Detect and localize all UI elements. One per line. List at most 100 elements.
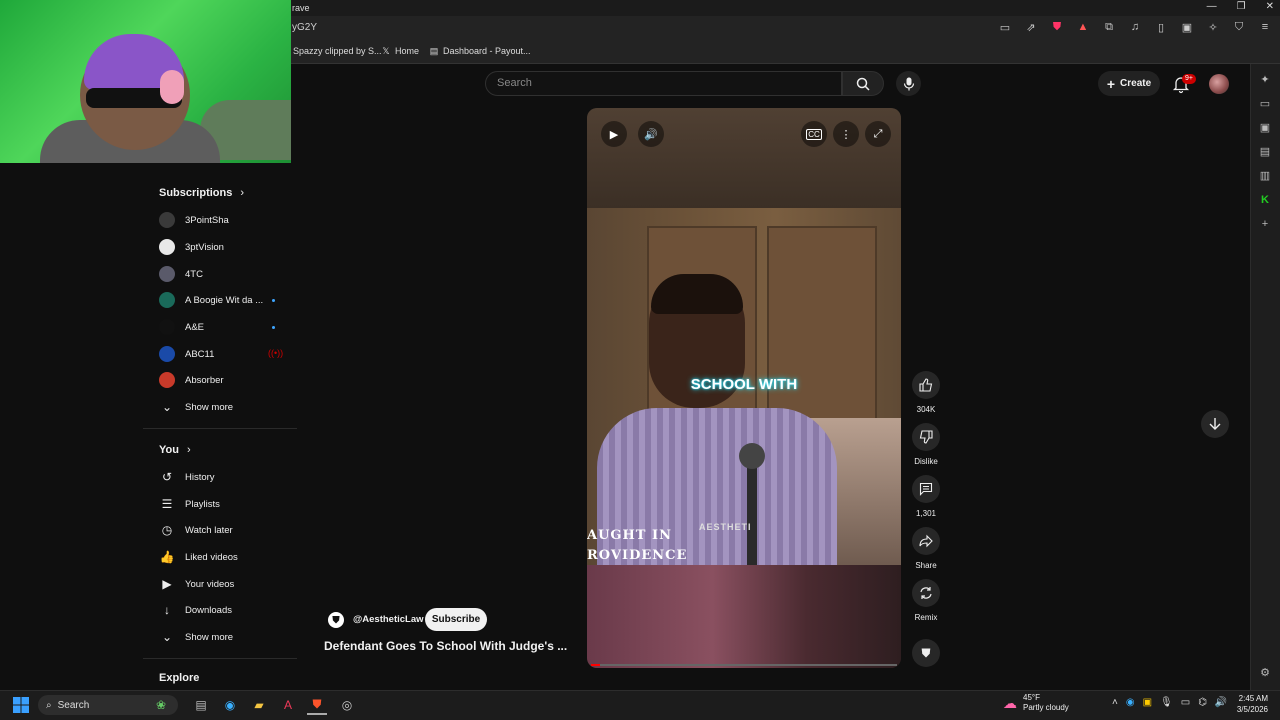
account-avatar[interactable] bbox=[1209, 74, 1229, 94]
shorts-video-player[interactable]: SCHOOL WITH AUGHT IN ROVIDENCE AESTHETI … bbox=[587, 108, 901, 668]
video-frame-mic bbox=[739, 443, 765, 469]
you-header[interactable]: You › bbox=[159, 444, 191, 456]
chevron-up-icon[interactable]: ˄ bbox=[1112, 697, 1118, 708]
taskbar-clock[interactable]: 2:45 AM 3/5/2026 bbox=[1226, 693, 1268, 715]
remix-icon bbox=[920, 587, 932, 599]
bookmark-home[interactable]: 𝕏 Home bbox=[381, 46, 419, 56]
display-icon[interactable]: ▭ bbox=[1181, 697, 1190, 708]
subscribe-button[interactable]: Subscribe bbox=[425, 608, 487, 631]
minimize-icon[interactable]: — bbox=[1207, 1, 1217, 12]
comments-button[interactable] bbox=[912, 475, 940, 503]
close-icon[interactable]: ✕ bbox=[1266, 1, 1274, 12]
sidebar-channel[interactable]: ABC11 bbox=[159, 344, 214, 364]
bookmark-spazzy[interactable]: Spazzy clipped by S... bbox=[293, 46, 382, 56]
start-button[interactable] bbox=[11, 695, 31, 715]
play-button[interactable]: ▶ bbox=[601, 121, 627, 147]
video-icon: ▶ bbox=[162, 577, 172, 591]
edge-icon[interactable]: ◉ bbox=[220, 695, 240, 715]
sidebar-channel[interactable]: 4TC bbox=[159, 264, 203, 284]
weather-widget[interactable]: ☁ 45°F Partly cloudy bbox=[1003, 693, 1069, 713]
leo-ai-icon[interactable]: ✦ bbox=[1258, 73, 1272, 87]
wallet-icon[interactable]: ▣ bbox=[1258, 121, 1272, 135]
progress-bar[interactable] bbox=[591, 664, 897, 666]
tray-app-icon[interactable]: ▣ bbox=[1143, 697, 1152, 708]
voice-search-button[interactable] bbox=[896, 71, 921, 96]
url-text[interactable]: yG2Y bbox=[292, 22, 317, 33]
tray-app-icon[interactable]: ◉ bbox=[1126, 697, 1135, 708]
tab-title[interactable]: rave bbox=[292, 3, 310, 13]
sidebar-channel[interactable]: 3ptVision bbox=[159, 237, 224, 257]
volume-icon: 🔊 bbox=[644, 128, 658, 141]
task-view-icon[interactable]: ▤ bbox=[191, 695, 211, 715]
cc-icon: CC bbox=[806, 128, 822, 140]
obs-icon[interactable]: ◎ bbox=[337, 695, 357, 715]
sidebar-channel[interactable]: 3PointSha bbox=[159, 210, 229, 230]
brave-shield-icon[interactable]: ⛊ bbox=[1050, 21, 1064, 34]
sidebar-channel[interactable]: Absorber bbox=[159, 370, 224, 390]
share-label: Share bbox=[915, 561, 937, 570]
remix-button[interactable] bbox=[912, 579, 940, 607]
player-icon[interactable]: ▭ bbox=[1258, 97, 1272, 111]
chevron-right-icon: › bbox=[240, 187, 245, 199]
tab-icon[interactable]: ⧉ bbox=[1102, 21, 1116, 34]
file-explorer-icon[interactable]: ▰ bbox=[249, 695, 269, 715]
search-input[interactable] bbox=[485, 71, 842, 96]
sidebar-channel[interactable]: A Boogie Wit da ... bbox=[159, 290, 263, 310]
adobe-icon[interactable]: A bbox=[278, 695, 298, 715]
comment-count: 1,301 bbox=[915, 509, 937, 518]
kick-icon[interactable]: K bbox=[1258, 193, 1272, 207]
next-video-button[interactable] bbox=[1201, 410, 1229, 438]
add-panel-icon[interactable]: + bbox=[1258, 217, 1272, 231]
channel-thumb-button[interactable]: ⛊ bbox=[912, 639, 940, 667]
channel-handle[interactable]: @AestheticLaw bbox=[353, 614, 424, 625]
wallet-icon[interactable]: ▣ bbox=[1180, 21, 1194, 34]
channel-name: A&E bbox=[185, 321, 205, 333]
windows-logo-icon bbox=[13, 697, 29, 713]
sidebar-item-your-videos[interactable]: ▶ Your videos bbox=[159, 574, 234, 594]
rewards-icon[interactable]: ▲ bbox=[1076, 21, 1090, 34]
subscriptions-header[interactable]: Subscriptions › bbox=[159, 187, 244, 199]
sidebar-toggle-icon[interactable]: ▯ bbox=[1154, 21, 1168, 34]
bookmarks-icon[interactable]: ▤ bbox=[1258, 145, 1272, 159]
captions-button[interactable]: CC bbox=[801, 121, 827, 147]
video-title[interactable]: Defendant Goes To School With Judge's ..… bbox=[324, 639, 567, 653]
network-icon[interactable]: ⌬ bbox=[1198, 697, 1207, 708]
more-options-button[interactable]: ⋮ bbox=[833, 121, 859, 147]
vpn-icon[interactable]: ⛉ bbox=[1232, 21, 1246, 34]
microphone-icon[interactable]: 🎙 bbox=[1160, 697, 1173, 708]
sidebar-item-playlists[interactable]: ☰ Playlists bbox=[159, 494, 220, 514]
dislike-button[interactable] bbox=[912, 423, 940, 451]
share-icon[interactable]: ⇗ bbox=[1024, 21, 1038, 34]
bookmark-label: Home bbox=[395, 46, 420, 56]
create-button[interactable]: + Create bbox=[1098, 71, 1160, 96]
fullscreen-button[interactable]: ⤢ bbox=[865, 121, 891, 147]
like-button[interactable] bbox=[912, 371, 940, 399]
share-button[interactable] bbox=[912, 527, 940, 555]
explore-header: Explore bbox=[159, 672, 200, 684]
search-button[interactable] bbox=[842, 71, 884, 96]
widgets-icon[interactable]: ❀ bbox=[151, 695, 171, 715]
volume-button[interactable]: 🔊 bbox=[638, 121, 664, 147]
chevron-down-icon: ⌄ bbox=[161, 630, 173, 644]
brave-browser-icon[interactable]: ⛊ bbox=[307, 695, 327, 715]
menu-icon[interactable]: ≡ bbox=[1258, 21, 1272, 34]
settings-gear-icon[interactable]: ⚙ bbox=[1258, 666, 1272, 680]
reading-list-icon[interactable]: ▥ bbox=[1258, 169, 1272, 183]
dislike-label: Dislike bbox=[914, 457, 938, 466]
extensions-icon[interactable]: ✧ bbox=[1206, 21, 1220, 34]
subscriptions-label: Subscriptions bbox=[159, 187, 233, 199]
channel-avatar[interactable]: ⛊ bbox=[328, 612, 344, 628]
sidebar-item-watch-later[interactable]: ◷ Watch later bbox=[159, 520, 233, 540]
sidebar-channel[interactable]: A&E bbox=[159, 317, 204, 337]
show-more-subscriptions[interactable]: ⌄ Show more bbox=[159, 397, 233, 417]
cast-icon[interactable]: ▭ bbox=[998, 21, 1012, 34]
channel-avatar bbox=[159, 239, 175, 255]
video-watermark: AESTHETI bbox=[699, 522, 752, 532]
sidebar-item-history[interactable]: ↺ History bbox=[159, 467, 215, 487]
sidebar-item-downloads[interactable]: ↓ Downloads bbox=[159, 600, 232, 620]
music-icon[interactable]: ♫ bbox=[1128, 21, 1142, 34]
sidebar-item-liked-videos[interactable]: 👍 Liked videos bbox=[159, 547, 238, 567]
bookmark-dashboard[interactable]: ▤ Dashboard - Payout... bbox=[429, 46, 531, 56]
show-more-you[interactable]: ⌄ Show more bbox=[159, 627, 233, 647]
restore-icon[interactable]: ❐ bbox=[1237, 1, 1246, 12]
